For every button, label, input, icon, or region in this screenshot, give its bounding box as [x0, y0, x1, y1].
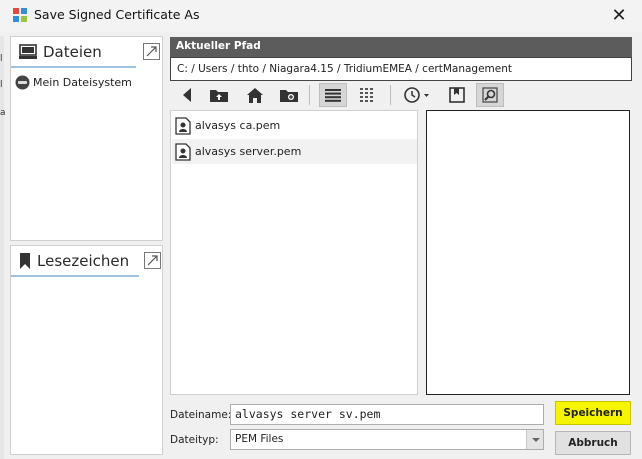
toolbar-separator [309, 85, 310, 105]
chevron-down-icon [526, 430, 543, 449]
window-title: Save Signed Certificate As [34, 7, 200, 22]
filename-label: Dateiname: [170, 409, 232, 421]
app-icon [13, 8, 27, 22]
tree-item-label: Mein Dateisystem [33, 76, 132, 89]
computer-icon [19, 43, 37, 59]
current-path-field[interactable]: C: / Users / thto / Niagara4.15 / Tridiu… [170, 57, 632, 81]
file-list: alvasys ca.pem alvasys server.pem [170, 110, 418, 395]
home-icon [247, 87, 263, 103]
bookmark-icon [20, 252, 30, 269]
bookmarks-pane: Lesezeichen [10, 245, 163, 455]
background-window-edge: lla [0, 36, 6, 459]
file-name: alvasys server.pem [195, 145, 302, 158]
up-folder-icon [210, 90, 228, 102]
file-item-alvasys-server[interactable]: alvasys server.pem [172, 139, 417, 164]
tab-bookmarks-label: Lesezeichen [37, 251, 130, 270]
expand-files-pane-icon[interactable] [143, 43, 160, 60]
preview-search-icon [482, 87, 498, 103]
filename-input[interactable]: alvasys server sv.pem [230, 404, 544, 425]
close-button[interactable]: ✕ [606, 3, 632, 29]
filetype-label: Dateityp: [170, 434, 219, 446]
toolbar [170, 82, 632, 108]
preview-panel [426, 110, 630, 395]
drive-icon [15, 75, 30, 90]
home-button[interactable] [244, 83, 266, 107]
file-item-alvasys-ca[interactable]: alvasys ca.pem [172, 113, 417, 138]
back-button[interactable] [176, 83, 198, 107]
tab-files[interactable]: Dateien [11, 37, 136, 68]
certificate-icon [175, 142, 191, 161]
up-folder-button[interactable] [208, 83, 230, 107]
toolbar-separator [390, 85, 391, 105]
expand-bookmarks-pane-icon[interactable] [144, 252, 161, 269]
tree-item-my-filesystem[interactable]: Mein Dateisystem [15, 75, 132, 90]
cancel-button[interactable]: Abbruch [555, 431, 631, 455]
save-button[interactable]: Speichern [555, 401, 631, 425]
history-clock-icon [404, 87, 429, 103]
list-view-icon [325, 88, 341, 102]
preview-toggle-button[interactable] [476, 83, 504, 107]
bookmark-save-icon [449, 87, 465, 103]
filetype-value: PEM Files [235, 433, 284, 445]
current-path-header: Aktueller Pfad [170, 37, 632, 57]
history-dropdown-button[interactable] [400, 83, 434, 107]
list-view-button[interactable] [319, 83, 347, 107]
details-view-button[interactable] [356, 83, 380, 107]
bookmark-save-button[interactable] [446, 83, 468, 107]
file-name: alvasys ca.pem [195, 119, 281, 132]
files-pane: Dateien Mein Dateisystem [10, 36, 163, 241]
details-view-icon [360, 88, 373, 102]
back-arrow-icon [183, 88, 191, 102]
certificate-icon [175, 116, 191, 135]
tab-bookmarks[interactable]: Lesezeichen [11, 246, 139, 277]
filetype-select[interactable]: PEM Files [230, 429, 544, 450]
title-bar: Save Signed Certificate As ✕ [0, 0, 642, 32]
new-folder-button[interactable] [278, 83, 300, 107]
tab-files-label: Dateien [43, 42, 102, 61]
new-folder-icon [280, 90, 298, 102]
